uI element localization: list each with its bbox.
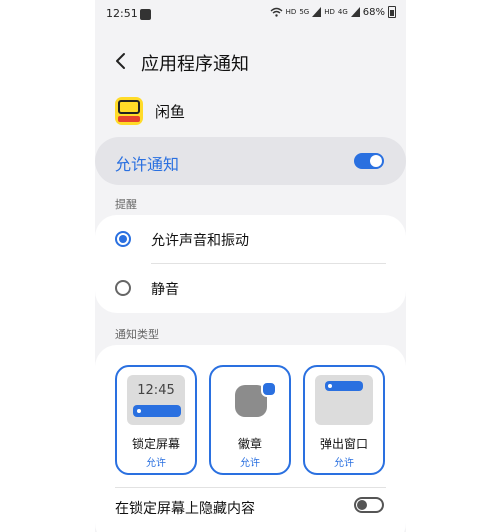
network-hd-1: HD — [285, 8, 297, 16]
battery-percent: 68% — [362, 6, 385, 18]
battery-icon — [388, 6, 396, 18]
allow-notifications-toggle[interactable] — [354, 153, 384, 169]
phone-screen: 12:51 HD 5G HD 4G 68% 应用程序通知 闲鱼 允许通知 提醒 … — [95, 0, 406, 532]
network-4g: 4G — [337, 8, 348, 16]
gallery-icon — [140, 9, 151, 20]
popup-preview — [315, 375, 373, 425]
tile-popup[interactable]: 弹出窗口 允许 — [303, 365, 385, 475]
alert-options-card: 允许声音和振动 静音 — [95, 215, 406, 313]
preview-notification-bar — [325, 381, 363, 391]
preview-time: 12:45 — [137, 383, 175, 398]
tile-label: 锁定屏幕 — [131, 437, 180, 451]
tile-status: 允许 — [240, 458, 260, 469]
tile-lock-screen[interactable]: 12:45 锁定屏幕 允许 — [115, 365, 197, 475]
tile-status: 允许 — [334, 458, 354, 469]
tile-status: 允许 — [146, 458, 166, 469]
alert-option-label: 允许声音和振动 — [151, 233, 249, 249]
app-info-row: 闲鱼 — [115, 96, 185, 126]
app-logo-icon — [115, 97, 143, 125]
alert-section-label: 提醒 — [115, 198, 137, 211]
signal-icon — [312, 7, 322, 17]
hide-content-label: 在锁定屏幕上隐藏内容 — [115, 501, 255, 517]
page-title: 应用程序通知 — [141, 54, 249, 75]
status-indicators: HD 5G HD 4G 68% — [270, 6, 396, 18]
notification-types-card: 12:45 锁定屏幕 允许 徽章 允许 弹出窗口 允许 在锁定屏幕上隐藏内容 — [95, 345, 406, 532]
radio-selected-icon[interactable] — [115, 231, 131, 247]
alert-option-sound-vibrate[interactable]: 允许声音和振动 — [95, 215, 406, 263]
types-section-label: 通知类型 — [115, 328, 159, 341]
header: 应用程序通知 — [95, 42, 406, 82]
status-time: 12:51 — [106, 7, 138, 20]
divider — [115, 487, 386, 488]
allow-notifications-label: 允许通知 — [115, 155, 180, 174]
tile-label: 徽章 — [237, 437, 262, 451]
status-bar: 12:51 HD 5G HD 4G 68% — [95, 0, 406, 28]
tile-badge[interactable]: 徽章 允许 — [209, 365, 291, 475]
radio-unselected-icon[interactable] — [115, 280, 131, 296]
allow-notifications-row[interactable]: 允许通知 — [95, 137, 406, 185]
app-name: 闲鱼 — [155, 102, 186, 121]
preview-notification-bar — [133, 405, 181, 417]
tile-label: 弹出窗口 — [319, 437, 368, 451]
hide-content-toggle[interactable] — [354, 497, 384, 513]
network-hd-2: HD — [324, 8, 335, 16]
signal-icon-2 — [350, 7, 360, 17]
lock-screen-preview: 12:45 — [127, 375, 185, 425]
wifi-icon — [270, 7, 283, 17]
network-5g: 5G — [299, 8, 310, 16]
badge-dot-icon — [261, 381, 277, 397]
alert-option-silent[interactable]: 静音 — [95, 264, 406, 312]
back-arrow-icon[interactable] — [111, 50, 133, 72]
alert-option-label: 静音 — [151, 282, 179, 298]
